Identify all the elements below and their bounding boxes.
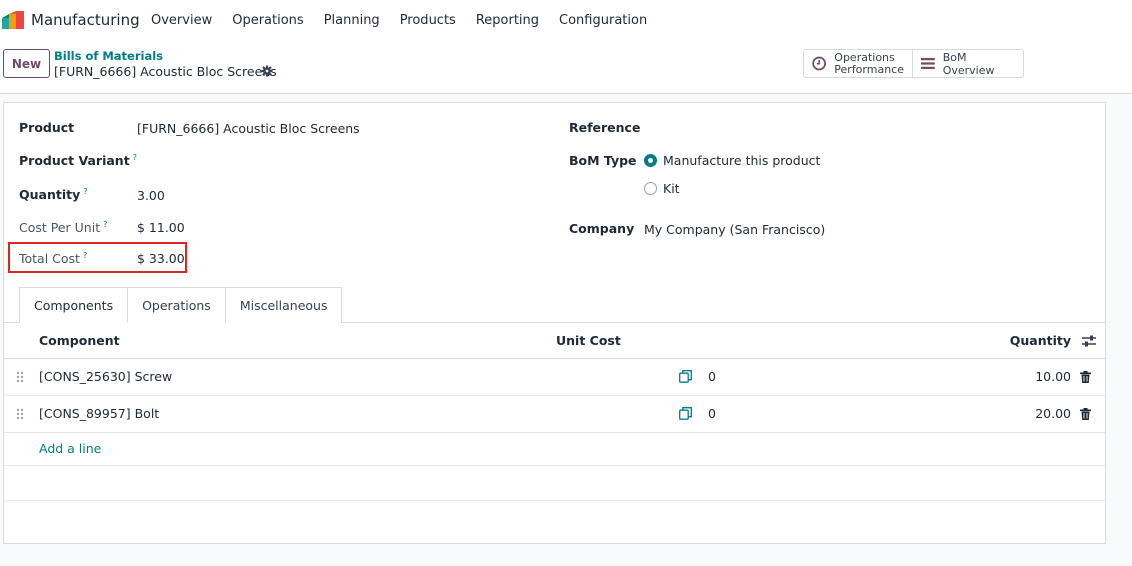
help-icon[interactable]: ? [83, 251, 87, 260]
table-row[interactable]: [CONS_89957] Bolt 0 20.00 [4, 396, 1105, 433]
reference-field[interactable] [644, 116, 944, 138]
product-field[interactable]: [FURN_6666] Acoustic Bloc Screens [137, 121, 360, 136]
help-icon[interactable]: ? [83, 187, 87, 196]
operations-performance-button[interactable]: Operations Performance [804, 50, 912, 77]
total-cost-text: Total Cost [19, 251, 80, 267]
bom-type-manufacture-radio[interactable] [644, 154, 657, 167]
component-unit-cost: 0 [708, 369, 716, 384]
tab-components[interactable]: Components [19, 287, 129, 323]
column-unit-cost[interactable]: Unit Cost [556, 333, 621, 348]
list-icon [921, 58, 935, 69]
component-unit-cost: 0 [708, 406, 716, 421]
operations-performance-line2: Performance [834, 62, 904, 76]
trash-icon[interactable] [1080, 371, 1091, 383]
gear-icon[interactable] [261, 65, 273, 77]
menu-configuration[interactable]: Configuration [549, 13, 657, 28]
menu-overview[interactable]: Overview [141, 13, 222, 28]
main-menu: Overview Operations Planning Products Re… [141, 0, 657, 41]
components-table-header: Component Unit Cost Quantity [4, 323, 1105, 359]
bom-type-kit-label[interactable]: Kit [663, 181, 680, 196]
cost-per-unit-label: Cost Per Unit? [19, 220, 107, 235]
app-name[interactable]: Manufacturing [31, 11, 140, 29]
bom-type-kit-radio[interactable] [644, 182, 657, 195]
breadcrumb-bills-of-materials[interactable]: Bills of Materials [54, 49, 163, 63]
component-quantity[interactable]: 10.00 [1035, 369, 1071, 384]
drag-handle-icon[interactable] [16, 408, 24, 420]
product-variant-field[interactable] [137, 149, 397, 171]
total-cost-value: $ 33.00 [137, 251, 185, 266]
notebook-tabs: Components Operations Miscellaneous [19, 287, 343, 323]
component-name[interactable]: [CONS_25630] Screw [39, 369, 172, 384]
company-label: Company [569, 221, 635, 236]
quantity-label: Quantity? [19, 187, 88, 202]
empty-row [4, 500, 1105, 501]
cost-per-unit-value: $ 11.00 [137, 220, 185, 235]
component-name[interactable]: [CONS_89957] Bolt [39, 406, 159, 421]
product-variant-label: Product Variant? [19, 153, 137, 168]
drag-handle-icon[interactable] [16, 371, 24, 383]
product-label: Product [19, 120, 75, 135]
copy-icon[interactable] [679, 370, 692, 383]
copy-icon[interactable] [679, 407, 692, 420]
bom-overview-label: BoM Overview [942, 50, 995, 77]
breadcrumb-current-record: [FURN_6666] Acoustic Bloc Screens [54, 64, 277, 79]
form-sheet: Product [FURN_6666] Acoustic Bloc Screen… [3, 102, 1106, 544]
table-row[interactable]: [CONS_25630] Screw 0 10.00 [4, 359, 1105, 396]
component-quantity[interactable]: 20.00 [1035, 406, 1071, 421]
tab-miscellaneous[interactable]: Miscellaneous [224, 287, 343, 323]
add-line-link[interactable]: Add a line [39, 441, 101, 456]
column-quantity[interactable]: Quantity [1010, 333, 1071, 348]
optional-columns-icon[interactable] [1082, 335, 1096, 347]
quantity-text: Quantity [19, 187, 81, 203]
product-variant-text: Product Variant [19, 153, 130, 169]
empty-row [4, 465, 1105, 500]
bom-type-label: BoM Type [569, 153, 637, 168]
bom-type-manufacture-label[interactable]: Manufacture this product [663, 153, 820, 168]
operations-performance-label: Operations Performance [834, 51, 904, 76]
smart-buttons: Operations Performance BoM Overview [803, 49, 1024, 78]
reference-label: Reference [569, 120, 641, 135]
menu-reporting[interactable]: Reporting [466, 13, 549, 28]
manufacturing-app-icon[interactable] [2, 11, 24, 29]
column-component[interactable]: Component [39, 333, 120, 348]
tab-operations[interactable]: Operations [127, 287, 226, 323]
clock-icon [812, 56, 826, 71]
menu-planning[interactable]: Planning [314, 13, 390, 28]
cost-per-unit-text: Cost Per Unit [19, 220, 101, 236]
company-field[interactable]: My Company (San Francisco) [644, 222, 825, 237]
top-navbar: Manufacturing Overview Operations Planni… [0, 0, 1132, 41]
quantity-field[interactable]: 3.00 [137, 188, 165, 203]
menu-products[interactable]: Products [390, 13, 466, 28]
bom-overview-button[interactable]: BoM Overview [912, 50, 1023, 77]
menu-operations[interactable]: Operations [222, 13, 313, 28]
total-cost-label: Total Cost? [19, 251, 87, 266]
control-panel: New Bills of Materials [FURN_6666] Acous… [0, 41, 1132, 94]
new-button[interactable]: New [3, 49, 50, 78]
trash-icon[interactable] [1080, 408, 1091, 420]
help-icon[interactable]: ? [103, 220, 107, 229]
